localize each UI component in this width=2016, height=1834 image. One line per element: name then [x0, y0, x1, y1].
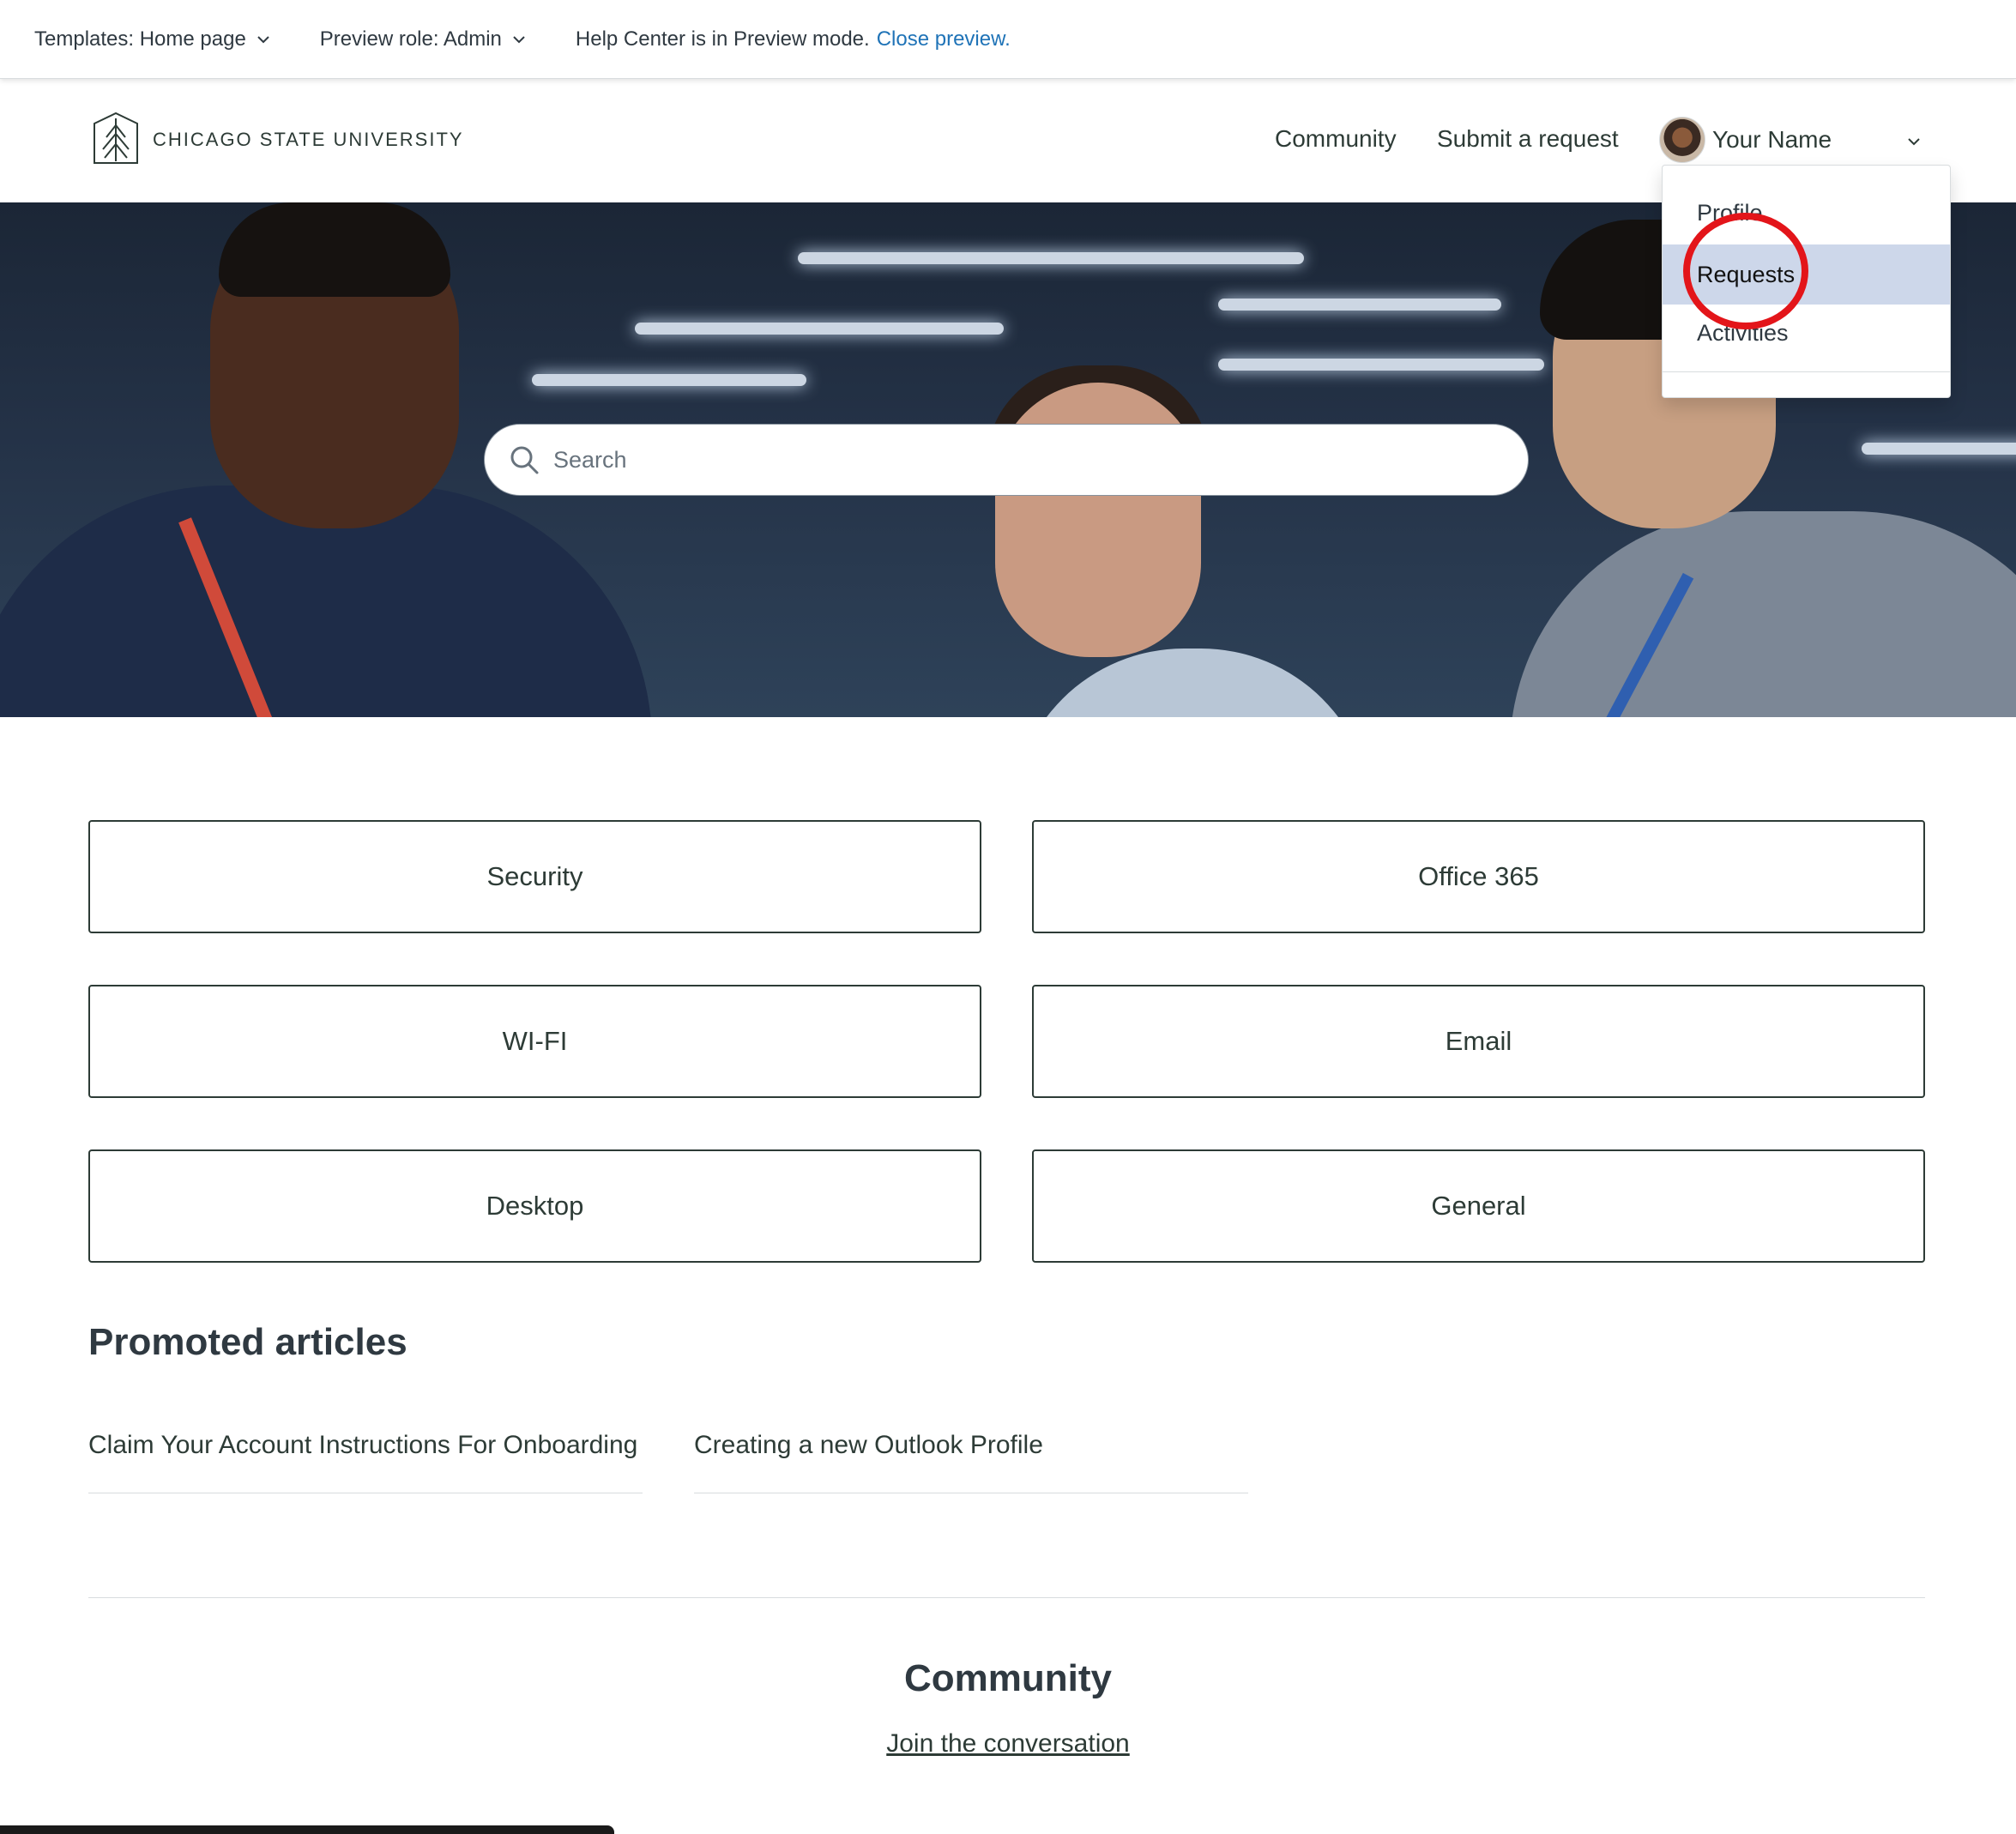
search-icon: [510, 446, 539, 474]
search-input[interactable]: [553, 446, 1480, 474]
chevron-down-icon: [513, 35, 525, 43]
nav-submit-request-link[interactable]: Submit a request: [1437, 125, 1619, 153]
hero-light: [1218, 359, 1544, 371]
promoted-article-link[interactable]: Claim Your Account Instructions For Onbo…: [88, 1431, 637, 1460]
hero-light: [798, 252, 1304, 264]
search-bar[interactable]: [484, 424, 1529, 496]
category-desktop[interactable]: Desktop: [88, 1149, 981, 1263]
preview-status: Help Center is in Preview mode. Close pr…: [576, 27, 1011, 51]
section-divider: [88, 1597, 1925, 1598]
hero-photo-person: [1510, 511, 2016, 717]
user-menu-toggle[interactable]: Your Name: [1659, 117, 1832, 163]
hero-light: [532, 374, 806, 386]
templates-label: Templates: Home page: [34, 27, 246, 51]
preview-bar: Templates: Home page Preview role: Admin…: [0, 0, 2016, 79]
category-security[interactable]: Security: [88, 820, 981, 933]
promoted-article-link[interactable]: Creating a new Outlook Profile: [694, 1431, 1043, 1460]
preview-role-label: Preview role: Admin: [319, 27, 502, 51]
chevron-down-icon: [257, 35, 269, 43]
user-name: Your Name: [1712, 126, 1832, 153]
hero-light: [1218, 299, 1501, 311]
community-link-wrap: Join the conversation: [0, 1729, 2016, 1759]
category-general[interactable]: General: [1032, 1149, 1925, 1263]
annotation-circle: [1683, 213, 1808, 329]
join-conversation-link[interactable]: Join the conversation: [886, 1729, 1130, 1758]
category-email[interactable]: Email: [1032, 985, 1925, 1098]
logo-text: CHICAGO STATE UNIVERSITY: [153, 129, 464, 150]
hero-photo-person: [1012, 649, 1373, 717]
chevron-down-icon[interactable]: [1904, 132, 1923, 151]
hero-photo-person: [219, 202, 450, 297]
close-preview-link[interactable]: Close preview.: [877, 27, 1011, 51]
community-heading: Community: [904, 1657, 1112, 1699]
bottom-toolbar-edge: [0, 1825, 614, 1834]
promoted-articles-heading: Promoted articles: [88, 1321, 407, 1363]
nav-community-link[interactable]: Community: [1275, 125, 1397, 153]
hero-light: [635, 323, 1004, 335]
home-logo-link[interactable]: CHICAGO STATE UNIVERSITY: [89, 112, 464, 168]
category-wifi[interactable]: WI-FI: [88, 985, 981, 1098]
templates-dropdown[interactable]: Templates: Home page: [34, 27, 272, 51]
university-logo-icon: [94, 112, 138, 164]
menu-divider: [1663, 371, 1950, 372]
hero-light: [1862, 443, 2016, 455]
preview-role-dropdown[interactable]: Preview role: Admin: [320, 27, 528, 51]
preview-status-text: Help Center is in Preview mode.: [575, 27, 870, 51]
avatar: [1659, 117, 1705, 163]
category-office-365[interactable]: Office 365: [1032, 820, 1925, 933]
